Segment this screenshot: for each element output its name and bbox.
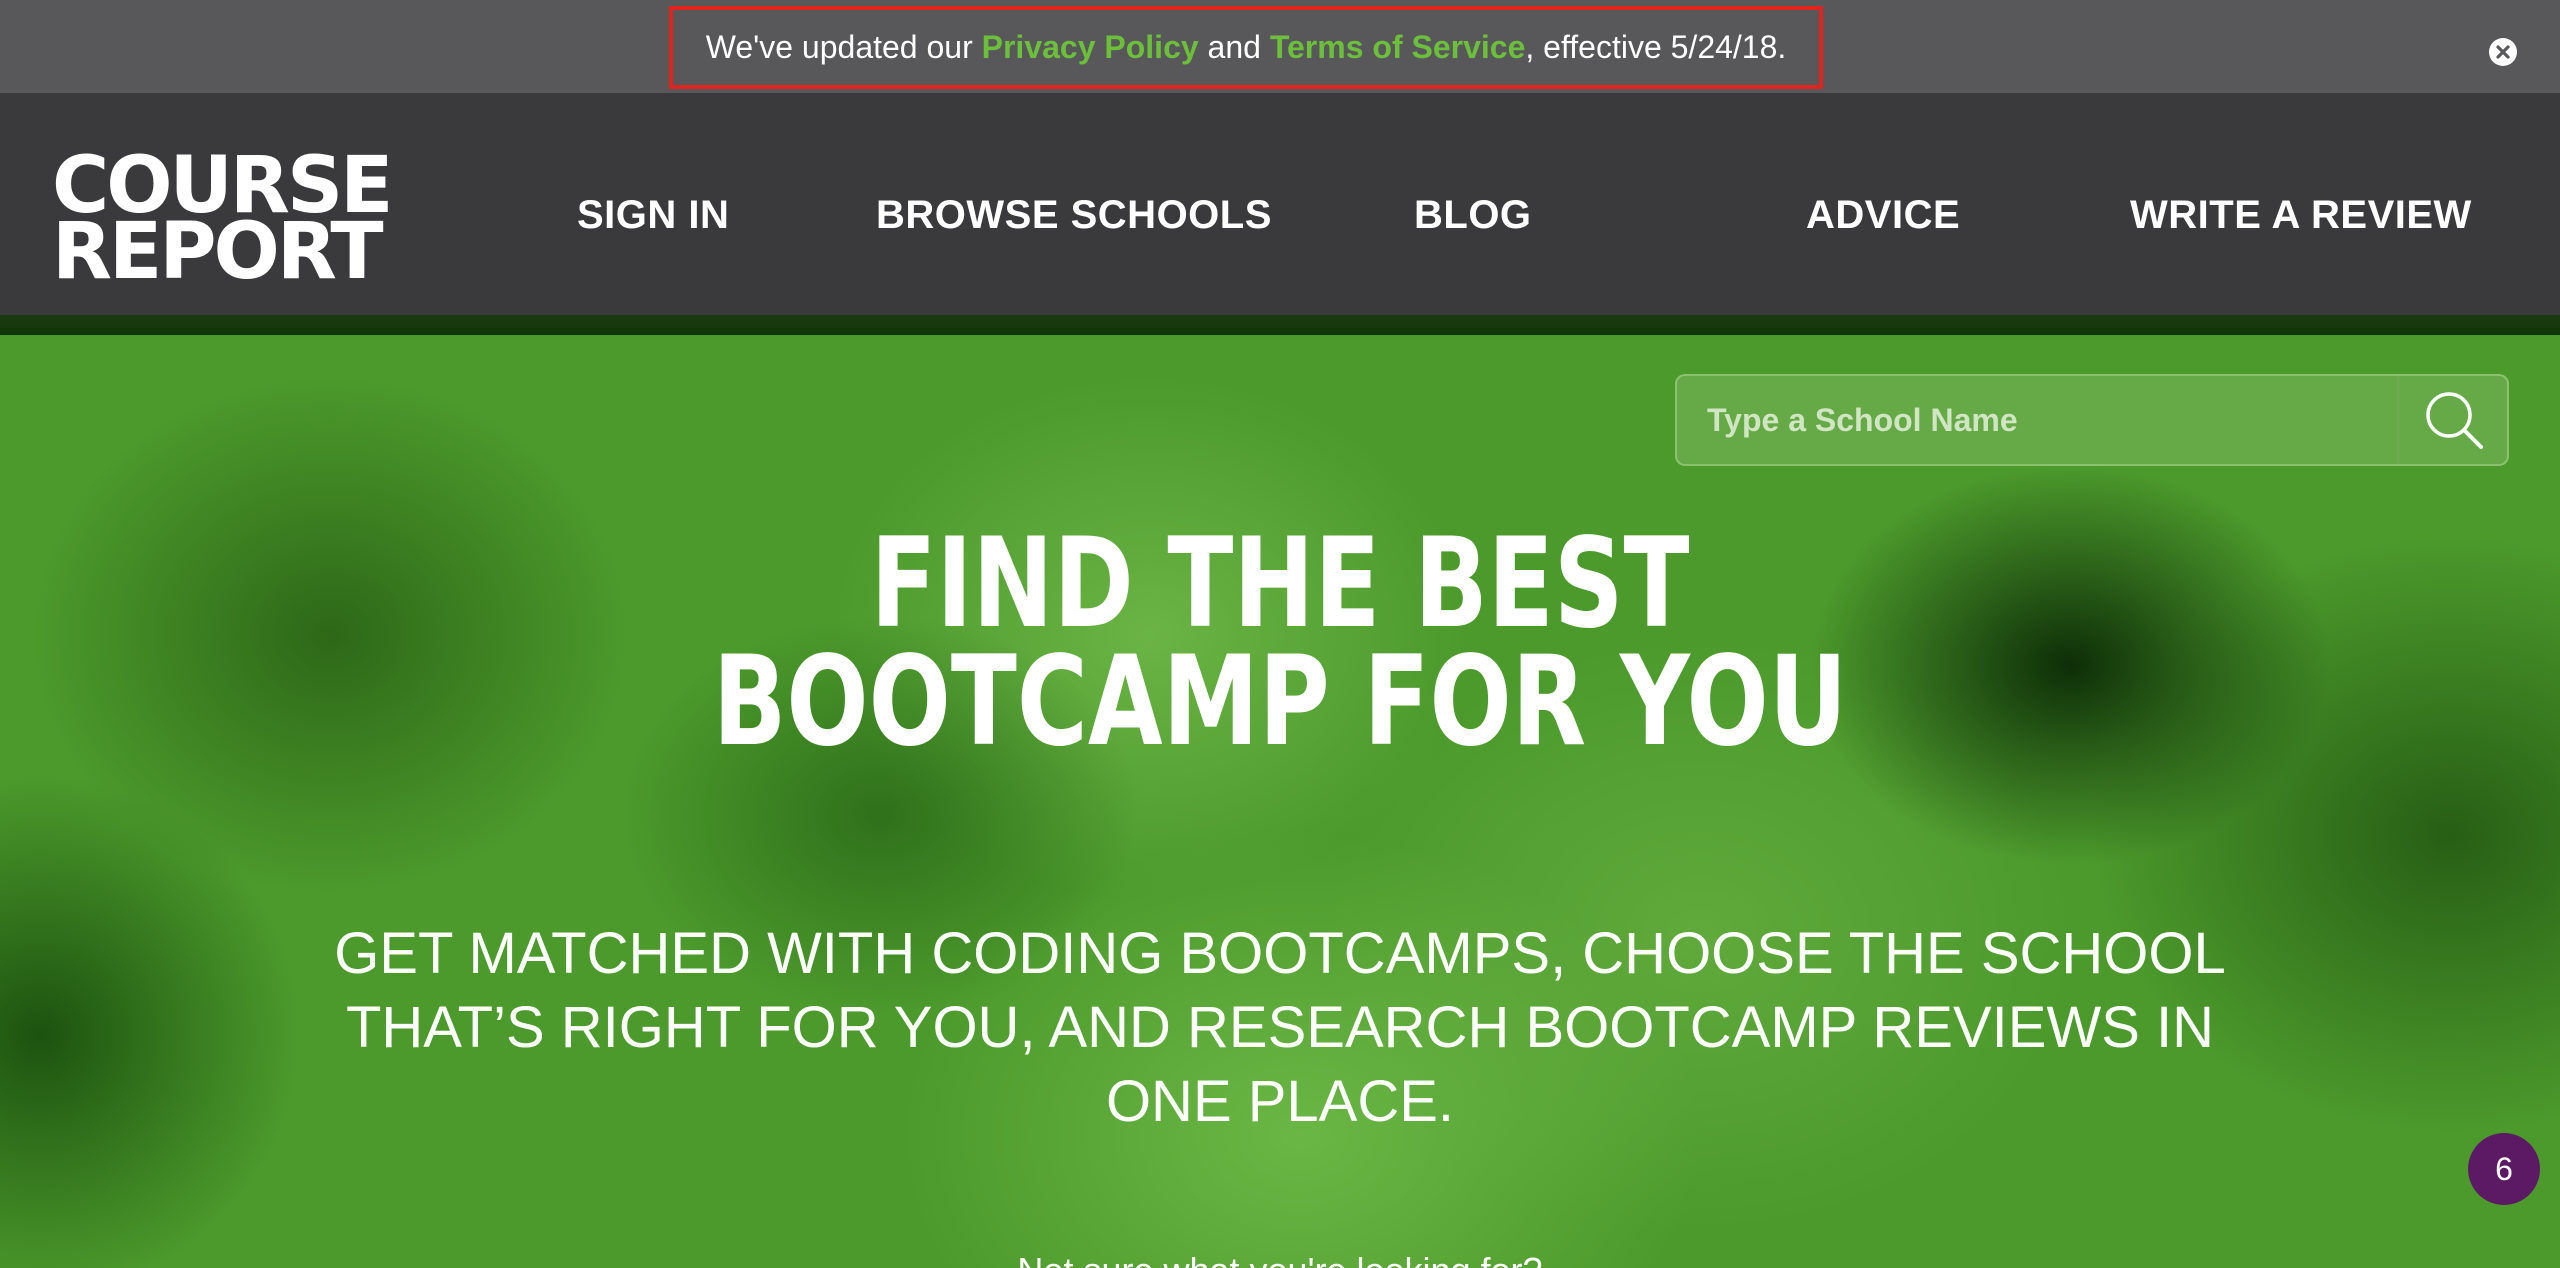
school-search (1675, 374, 2509, 466)
header-divider (0, 315, 2560, 335)
hero-subtitle: GET MATCHED WITH CODING BOOTCAMPS, CHOOS… (300, 917, 2260, 1139)
notice-prefix: We've updated our (705, 29, 982, 65)
notice-and: and (1198, 29, 1270, 65)
hero-hint-text: Not sure what you're looking for? (0, 1250, 2560, 1268)
school-search-input[interactable] (1677, 376, 2397, 464)
policy-update-notice: We've updated our Privacy Policy and Ter… (669, 6, 1823, 89)
hero-section: FIND THE BEST BOOTCAMP FOR YOU GET MATCH… (0, 335, 2560, 1268)
hero-subtitle-line-2: THAT’S RIGHT FOR YOU, AND RESEARCH BOOTC… (345, 995, 2215, 1060)
privacy-policy-link[interactable]: Privacy Policy (982, 29, 1199, 66)
hero-title: FIND THE BEST BOOTCAMP FOR YOU (282, 512, 2279, 774)
chat-notification-badge[interactable]: 6 (2468, 1133, 2540, 1205)
close-icon[interactable] (2489, 38, 2517, 66)
search-icon (2426, 392, 2483, 449)
terms-of-service-link[interactable]: Terms of Service (1270, 29, 1526, 66)
logo-line-2: REPORT (52, 207, 384, 297)
hero-title-line-2: BOOTCAMP FOR YOU (712, 630, 1848, 774)
hero-subtitle-line-3: ONE PLACE. (1105, 1069, 1455, 1134)
site-header: COURSE REPORT SIGN IN BROWSE SCHOOLS BLO… (0, 93, 2560, 315)
course-report-logo[interactable]: COURSE REPORT (52, 147, 432, 297)
nav-sign-in[interactable]: SIGN IN (577, 193, 729, 253)
search-button[interactable] (2399, 376, 2509, 464)
hero-subtitle-line-1: GET MATCHED WITH CODING BOOTCAMPS, CHOOS… (334, 921, 2226, 986)
nav-advice[interactable]: ADVICE (1806, 193, 1960, 253)
notice-suffix: , effective 5/24/18. (1525, 29, 1787, 65)
notice-bar: We've updated our Privacy Policy and Ter… (0, 0, 2560, 93)
nav-write-a-review[interactable]: WRITE A REVIEW (2130, 193, 2472, 253)
nav-blog[interactable]: BLOG (1414, 193, 1532, 253)
nav-browse-schools[interactable]: BROWSE SCHOOLS (876, 193, 1272, 253)
hero-title-line-1: FIND THE BEST (870, 512, 1690, 656)
